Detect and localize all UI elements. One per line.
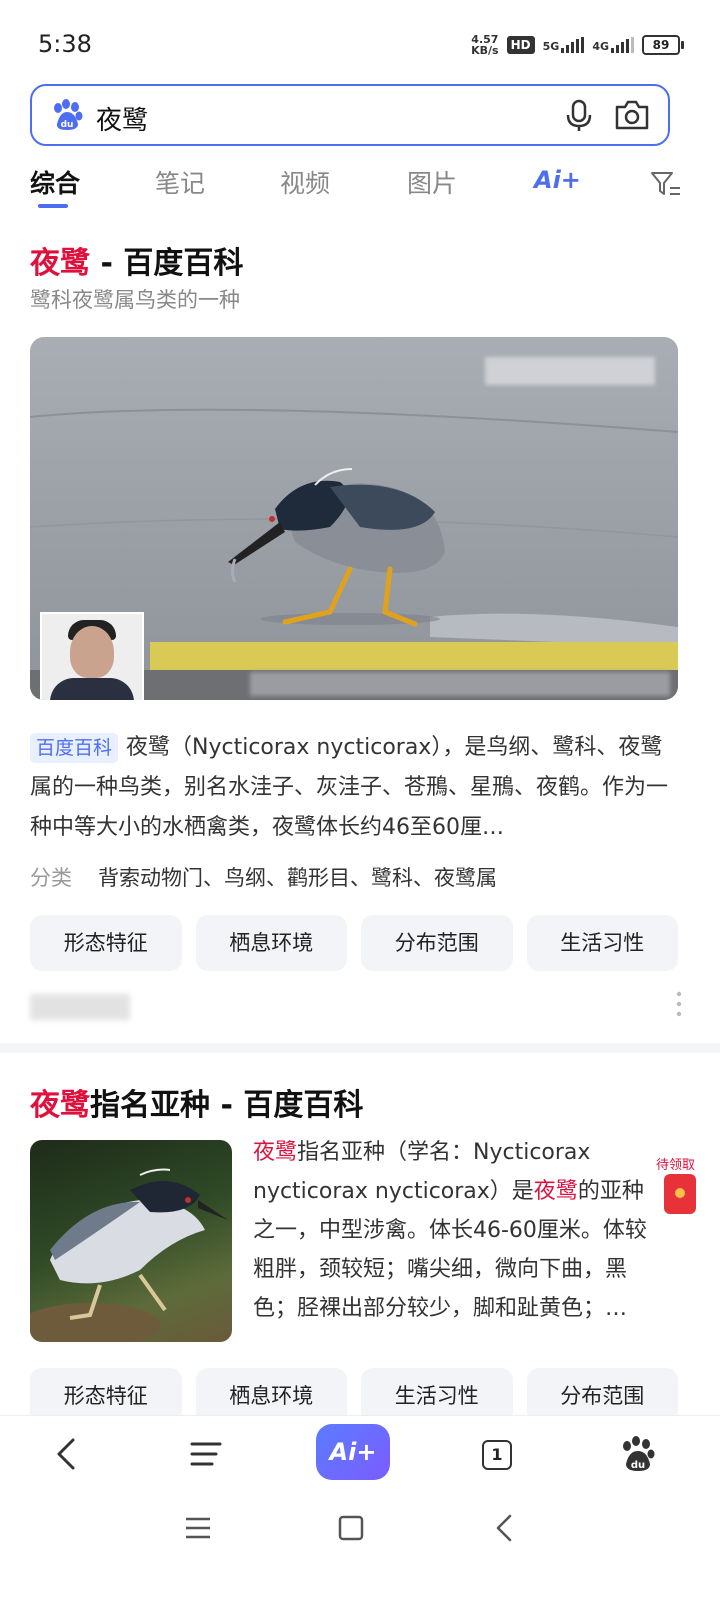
result-subtitle: 鹭科夜鹭属鸟类的一种 bbox=[30, 288, 240, 312]
chip-habitat[interactable]: 栖息环境 bbox=[195, 915, 347, 971]
active-tab-indicator bbox=[38, 204, 68, 208]
system-home-icon[interactable] bbox=[338, 1514, 364, 1542]
red-packet-label[interactable]: 待领取 bbox=[656, 1154, 695, 1173]
system-back-icon[interactable] bbox=[492, 1513, 516, 1543]
microphone-icon[interactable] bbox=[562, 98, 596, 132]
result-video-thumbnail[interactable] bbox=[30, 337, 678, 700]
description-text: 夜鹭（Nycticorax nycticorax），是鸟纲、鹭科、夜鹭属的一种鸟… bbox=[30, 735, 669, 840]
chip-habits[interactable]: 生活习性 bbox=[526, 915, 678, 971]
chip-distribution[interactable]: 分布范围 bbox=[361, 915, 513, 971]
tab-ai[interactable]: Ai+ bbox=[534, 166, 581, 194]
result-description: 百度百科 夜鹭（Nycticorax nycticorax），是鸟纲、鹭科、夜鹭属… bbox=[30, 728, 670, 848]
tab-videos[interactable]: 视频 bbox=[280, 164, 330, 200]
category-value: 背索动物门、鸟纲、鹳形目、鹭科、夜鹭属 bbox=[98, 866, 497, 890]
result-title-rest-2: 指名亚种 - 百度百科 bbox=[90, 1088, 364, 1123]
desc-keyword-1: 夜鹭 bbox=[253, 1140, 298, 1165]
status-icons: 4.57 KB/s HD 5G 4G 89 bbox=[471, 34, 684, 56]
tab-all[interactable]: 综合 bbox=[30, 164, 80, 200]
svg-text:du: du bbox=[631, 1460, 645, 1471]
result-description-2: 夜鹭指名亚种（学名：Nycticorax nycticorax nycticor… bbox=[253, 1133, 663, 1328]
result-title-2[interactable]: 夜鹭指名亚种 - 百度百科 bbox=[30, 1080, 363, 1124]
source-name-blur bbox=[30, 994, 130, 1020]
presenter-avatar bbox=[40, 612, 144, 700]
tab-notes[interactable]: 笔记 bbox=[155, 164, 205, 200]
back-icon[interactable] bbox=[47, 1434, 87, 1474]
result-title-keyword: 夜鹭 bbox=[30, 246, 90, 281]
desc-keyword-2: 夜鹭 bbox=[533, 1179, 578, 1204]
system-recents-icon[interactable] bbox=[184, 1515, 212, 1541]
red-packet-icon[interactable] bbox=[664, 1174, 696, 1214]
filter-icon[interactable] bbox=[650, 170, 682, 198]
bottom-navigation: Ai+ 1 du bbox=[0, 1415, 720, 1496]
tabs-count-button[interactable]: 1 bbox=[482, 1440, 512, 1470]
result-title-rest: - 百度百科 bbox=[90, 246, 244, 281]
svg-text:du: du bbox=[61, 120, 74, 130]
source-tag: 百度百科 bbox=[30, 733, 119, 763]
result-title[interactable]: 夜鹭 - 百度百科 bbox=[30, 238, 243, 282]
signal-4g-icon: 4G bbox=[592, 37, 634, 53]
clock: 5:38 bbox=[38, 30, 92, 58]
result-divider bbox=[0, 1043, 720, 1053]
video-caption-bar bbox=[150, 642, 678, 670]
hd-badge: HD bbox=[506, 36, 535, 54]
camera-icon[interactable] bbox=[614, 98, 650, 132]
heron-thumbnail-image bbox=[30, 1168, 228, 1342]
network-type-1: 5G bbox=[542, 40, 560, 53]
search-input[interactable]: 夜鹭 bbox=[96, 100, 148, 137]
search-tabs: 综合 笔记 视频 图片 Ai+ bbox=[0, 160, 720, 208]
result-title-keyword-2: 夜鹭 bbox=[30, 1088, 90, 1123]
tab-images[interactable]: 图片 bbox=[407, 164, 457, 200]
watermark-blur bbox=[485, 357, 655, 385]
result-thumbnail-2[interactable] bbox=[30, 1140, 232, 1342]
search-box[interactable]: du 夜鹭 bbox=[30, 84, 670, 146]
subtitle-blur bbox=[250, 672, 670, 696]
system-navigation-bar bbox=[0, 1495, 720, 1600]
ai-assistant-button[interactable]: Ai+ bbox=[316, 1424, 390, 1480]
status-bar: 5:38 4.57 KB/s HD 5G 4G 89 bbox=[0, 0, 720, 80]
network-speed: 4.57 KB/s bbox=[471, 34, 498, 56]
baidu-home-icon[interactable]: du bbox=[618, 1434, 658, 1474]
signal-5g-icon: 5G bbox=[543, 37, 585, 53]
result-chips: 形态特征 栖息环境 分布范围 生活习性 bbox=[30, 915, 678, 971]
chip-morphology[interactable]: 形态特征 bbox=[30, 915, 182, 971]
battery-icon: 89 bbox=[642, 35, 684, 55]
network-type-2: 4G bbox=[592, 40, 609, 53]
network-speed-unit: KB/s bbox=[471, 44, 499, 57]
menu-icon[interactable] bbox=[186, 1434, 226, 1474]
more-options-icon[interactable] bbox=[676, 990, 682, 1018]
category-label: 分类 bbox=[30, 866, 72, 890]
baidu-paw-icon: du bbox=[54, 99, 83, 130]
